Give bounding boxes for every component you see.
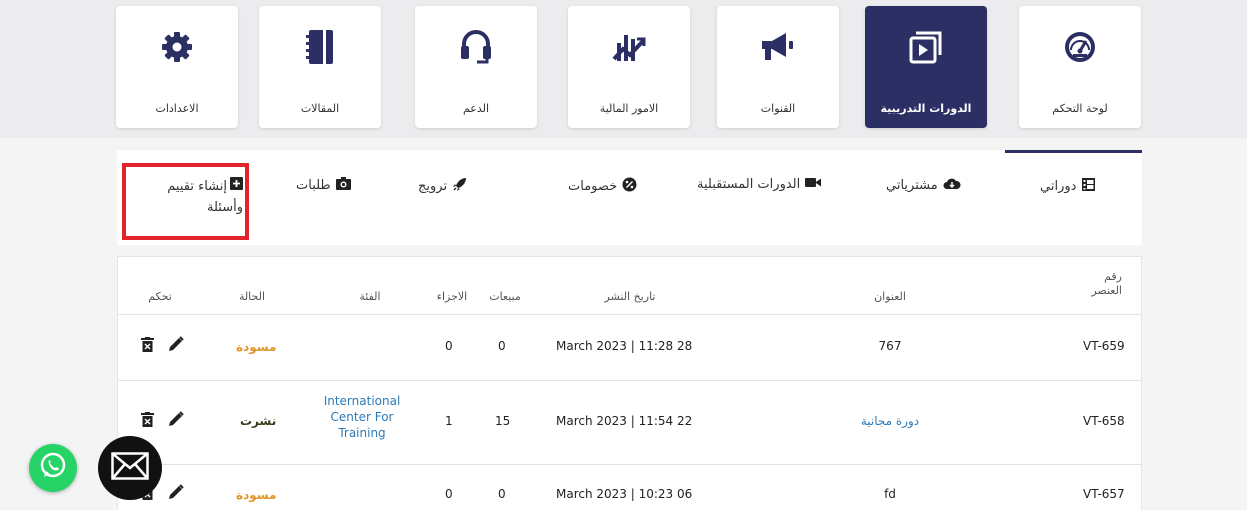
cell-id: VT-657 (1083, 487, 1125, 501)
menu-card-label: الاعدادات (155, 102, 199, 115)
menu-card-channels[interactable]: القنوات (717, 6, 839, 128)
tab-create-assessment[interactable]: إنشاء تقييم وأسئلة (128, 176, 243, 218)
envelope-icon (111, 452, 149, 484)
finance-chart-icon (611, 28, 647, 66)
menu-card-dashboard[interactable]: لوحة التحكم (1019, 6, 1141, 128)
column-header-title: العنوان (874, 290, 906, 303)
tab-label: مشترياتي (886, 178, 938, 193)
row-divider (117, 464, 1142, 465)
menu-card-articles[interactable]: المقالات (259, 6, 381, 128)
dashboard-gauge-icon (1062, 28, 1098, 66)
status-badge: نشرت (240, 414, 277, 428)
menu-card-settings[interactable]: الاعدادات (116, 6, 238, 128)
header-divider (117, 314, 1142, 315)
mail-button[interactable] (98, 436, 162, 500)
tab-upcoming-courses[interactable]: الدورات المستقبلية (697, 177, 822, 192)
cell-parts: 0 (445, 487, 453, 501)
tab-label: دوراتي (1040, 179, 1077, 194)
rocket-icon (452, 177, 467, 196)
menu-card-label: الدعم (462, 102, 490, 115)
menu-card-label: القنوات (760, 102, 796, 115)
cell-title[interactable]: دورة مجانية (850, 414, 930, 428)
delete-icon[interactable] (141, 411, 154, 431)
column-header-category: الفئة (359, 290, 381, 303)
menu-card-label: المقالات (300, 102, 340, 115)
column-header-control: تحكم (148, 290, 172, 303)
megaphone-icon (760, 28, 796, 66)
menu-card-label: الدورات التدريبية (880, 102, 972, 115)
camera-icon (335, 177, 351, 194)
column-header-parts: الاجزاء (436, 290, 468, 303)
cloud-download-icon (943, 177, 961, 194)
edit-pencil-icon[interactable] (168, 336, 184, 356)
whatsapp-icon (38, 451, 68, 485)
row-controls (141, 411, 184, 431)
menu-card-courses[interactable]: الدورات التدريبية (865, 6, 987, 128)
tab-discounts[interactable]: خصومات (568, 177, 637, 196)
column-header-publish-date: تاريخ النشر (604, 290, 656, 303)
tab-label: خصومات (568, 179, 618, 194)
column-header-sales: مبيعات (489, 290, 521, 303)
tab-my-courses[interactable]: دوراتي (1040, 177, 1096, 196)
row-controls (141, 336, 184, 356)
notebook-icon (303, 28, 337, 66)
gear-icon (159, 28, 195, 66)
active-tab-indicator (1005, 150, 1142, 153)
cell-id: VT-659 (1083, 339, 1125, 353)
tab-requests[interactable]: طلبات (296, 177, 351, 194)
course-tabs-bar (117, 150, 1142, 245)
cell-category[interactable]: International Center For Training (312, 393, 412, 441)
cell-sales: 0 (498, 487, 506, 501)
play-video-icon (908, 28, 944, 66)
tab-promote[interactable]: ترويج (418, 177, 467, 196)
cell-publish-date: March 2023 | 11:28 28 (556, 339, 693, 353)
menu-card-finance[interactable]: الامور المالية (568, 6, 690, 128)
tab-label: الدورات المستقبلية (697, 177, 801, 192)
whatsapp-button[interactable] (29, 444, 77, 492)
edit-pencil-icon[interactable] (168, 411, 184, 431)
status-badge: مسودة (236, 488, 277, 502)
column-header-id: رقم العنصر (1091, 270, 1122, 297)
edit-pencil-icon[interactable] (168, 484, 184, 504)
cell-parts: 1 (445, 414, 453, 428)
menu-card-support[interactable]: الدعم (415, 6, 537, 128)
status-badge: مسودة (236, 340, 277, 354)
cell-id: VT-658 (1083, 414, 1125, 428)
delete-icon[interactable] (141, 336, 154, 356)
headset-icon (459, 28, 493, 66)
cell-sales: 15 (495, 414, 511, 428)
percent-badge-icon (622, 177, 637, 196)
cell-sales: 0 (498, 339, 506, 353)
cell-publish-date: March 2023 | 10:23 06 (556, 487, 693, 501)
menu-card-label: لوحة التحكم (1052, 102, 1108, 115)
row-divider (117, 380, 1142, 381)
tab-label: ترويج (418, 179, 448, 194)
menu-card-label: الامور المالية (599, 102, 659, 115)
cell-parts: 0 (445, 339, 453, 353)
tab-label: طلبات (296, 178, 331, 193)
column-header-status: الحالة (238, 290, 266, 303)
cell-publish-date: March 2023 | 11:54 22 (556, 414, 693, 428)
plus-square-icon (230, 176, 243, 197)
film-icon (1081, 177, 1096, 196)
cell-title[interactable]: fd (870, 487, 910, 501)
video-camera-icon (805, 177, 822, 192)
cell-title[interactable]: 767 (870, 339, 910, 353)
tab-purchases[interactable]: مشترياتي (886, 177, 961, 194)
